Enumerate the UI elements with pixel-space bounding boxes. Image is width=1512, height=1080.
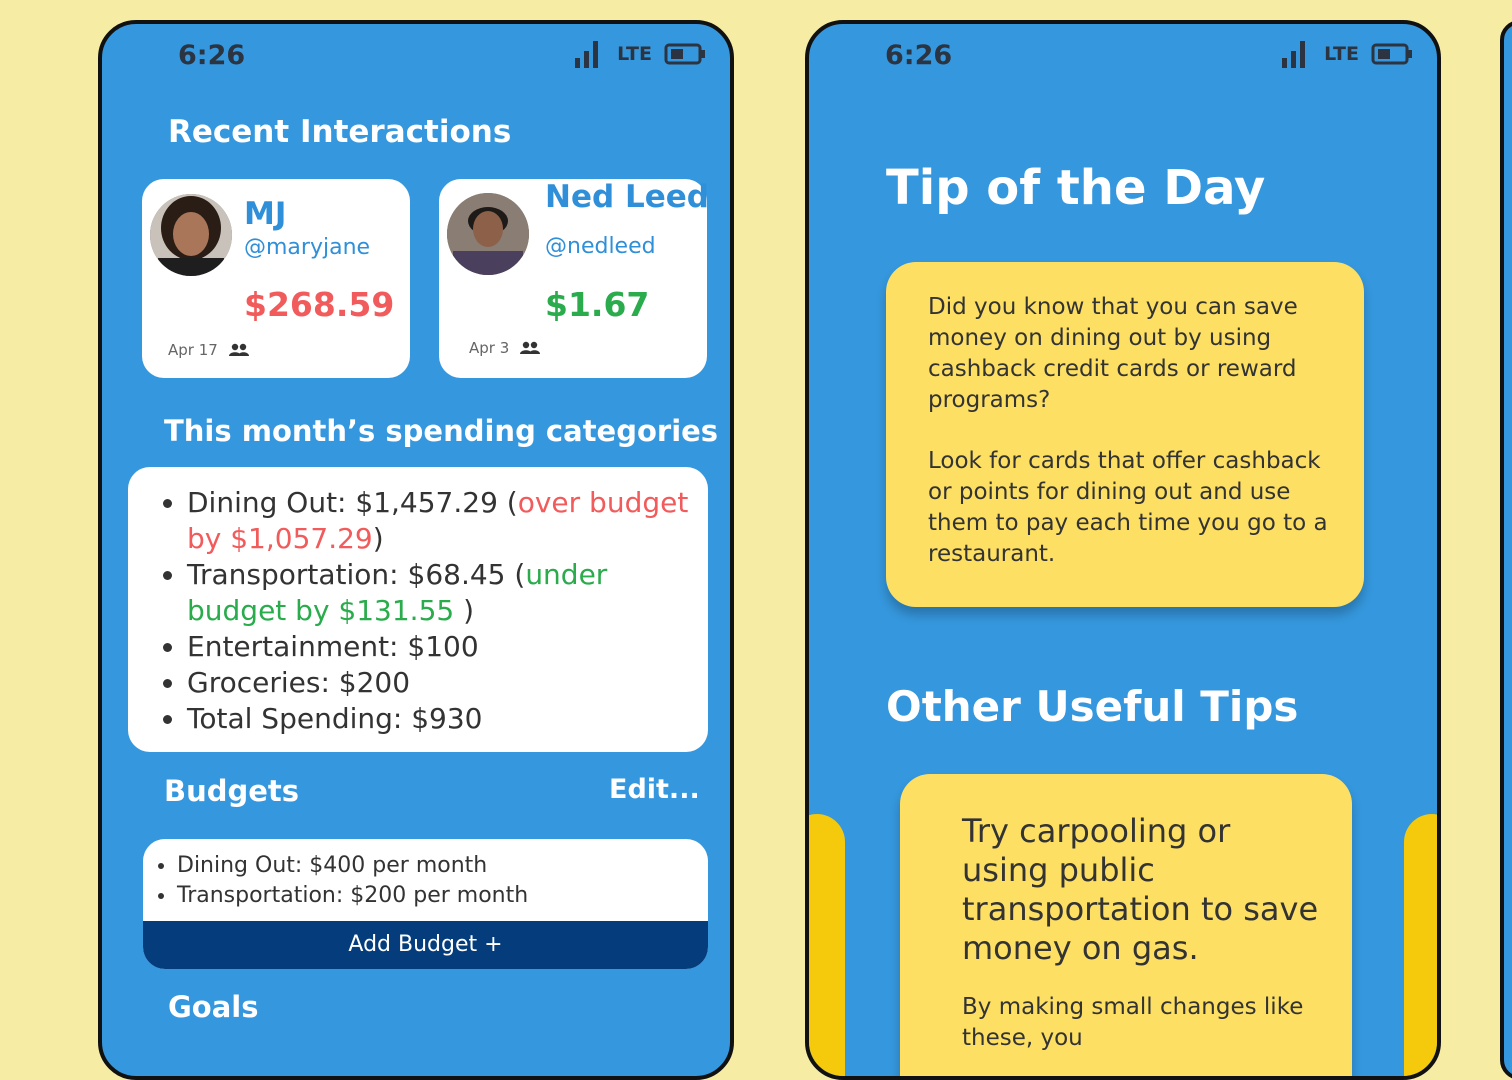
list-item: Entertainment: $100 bbox=[187, 629, 690, 665]
budgets-list: Dining Out: $400 per month Transportatio… bbox=[155, 851, 698, 911]
budgets-edit-button[interactable]: Edit... bbox=[609, 774, 700, 805]
list-item: Transportation: $68.45 (under budget by … bbox=[187, 557, 690, 629]
contact-name: Ned Leed bbox=[545, 179, 709, 215]
carousel-next-card[interactable] bbox=[1404, 814, 1437, 1076]
contact-meta: Apr 17 bbox=[168, 341, 250, 359]
list-item: Groceries: $200 bbox=[187, 665, 690, 701]
spending-categories-title: This month’s spending categories bbox=[164, 414, 719, 448]
tip-heading: Try carpooling or using public transport… bbox=[962, 812, 1319, 967]
contact-handle: @nedleed bbox=[545, 234, 656, 259]
contact-card-ned-leed[interactable]: Ned Leed @nedleed $1.67 Apr 3 bbox=[439, 179, 709, 378]
contact-handle: @maryjane bbox=[244, 235, 371, 260]
budgets-title: Budgets bbox=[164, 774, 300, 808]
avatar-mj bbox=[150, 194, 232, 276]
spending-categories-card: Dining Out: $1,457.29 (over budget by $1… bbox=[128, 467, 708, 752]
budgets-card: Dining Out: $400 per month Transportatio… bbox=[143, 839, 708, 969]
spending-list: Dining Out: $1,457.29 (over budget by $1… bbox=[152, 485, 690, 737]
carousel-prev-card[interactable] bbox=[809, 814, 845, 1076]
dining-out-spend: Dining Out: $1,457.29 ( bbox=[187, 486, 518, 519]
battery-icon bbox=[664, 43, 705, 65]
contact-amount: $268.59 bbox=[244, 285, 395, 324]
tip-paragraph: Look for cards that offer cashback or po… bbox=[928, 448, 1328, 567]
list-item: Transportation: $200 per month bbox=[177, 881, 698, 911]
dining-out-suffix: ) bbox=[372, 522, 384, 555]
transportation-suffix: ) bbox=[454, 594, 475, 627]
add-budget-button[interactable]: Add Budget + bbox=[143, 921, 708, 969]
people-icon bbox=[228, 343, 249, 356]
contact-meta: Apr 3 bbox=[469, 339, 541, 357]
status-time: 6:26 bbox=[885, 40, 953, 71]
battery-icon bbox=[1371, 43, 1412, 65]
phone-screen-finance: 6:26 LTE Recent Interactions MJ @maryjan… bbox=[98, 20, 734, 1080]
tip-paragraph: By making small changes like these, you bbox=[962, 994, 1304, 1051]
other-useful-tips-title: Other Useful Tips bbox=[886, 682, 1299, 731]
signal-icon bbox=[575, 41, 599, 68]
contact-card-mj[interactable]: MJ @maryjane $268.59 Apr 17 bbox=[142, 179, 410, 378]
phone-screen-tips: 6:26 LTE Tip of the Day Did you know tha… bbox=[805, 20, 1441, 1080]
tip-of-the-day-title: Tip of the Day bbox=[886, 160, 1266, 216]
status-bar-icons: LTE bbox=[1280, 38, 1413, 70]
list-item: Dining Out: $400 per month bbox=[177, 851, 698, 881]
network-type: LTE bbox=[1324, 43, 1359, 65]
transportation-spend: Transportation: $68.45 ( bbox=[187, 558, 526, 591]
people-icon bbox=[520, 341, 541, 354]
signal-icon bbox=[1282, 41, 1306, 68]
status-bar-icons: LTE bbox=[573, 38, 706, 70]
other-tip-card: Try carpooling or using public transport… bbox=[900, 774, 1352, 1076]
avatar-ned-leed bbox=[447, 193, 529, 275]
contact-date: Apr 17 bbox=[168, 341, 218, 359]
status-time: 6:26 bbox=[178, 40, 246, 71]
contact-date: Apr 3 bbox=[469, 339, 510, 357]
partial-phone-screen bbox=[1500, 20, 1512, 1080]
contact-amount: $1.67 bbox=[545, 285, 650, 324]
list-item: Total Spending: $930 bbox=[187, 701, 690, 737]
tip-of-the-day-card: Did you know that you can save money on … bbox=[886, 262, 1364, 607]
network-type: LTE bbox=[617, 43, 652, 65]
goals-title: Goals bbox=[168, 990, 259, 1024]
list-item: Dining Out: $1,457.29 (over budget by $1… bbox=[187, 485, 690, 557]
contact-name: MJ bbox=[244, 196, 287, 232]
recent-interactions-title: Recent Interactions bbox=[168, 114, 512, 150]
tip-paragraph: Did you know that you can save money on … bbox=[928, 294, 1298, 413]
